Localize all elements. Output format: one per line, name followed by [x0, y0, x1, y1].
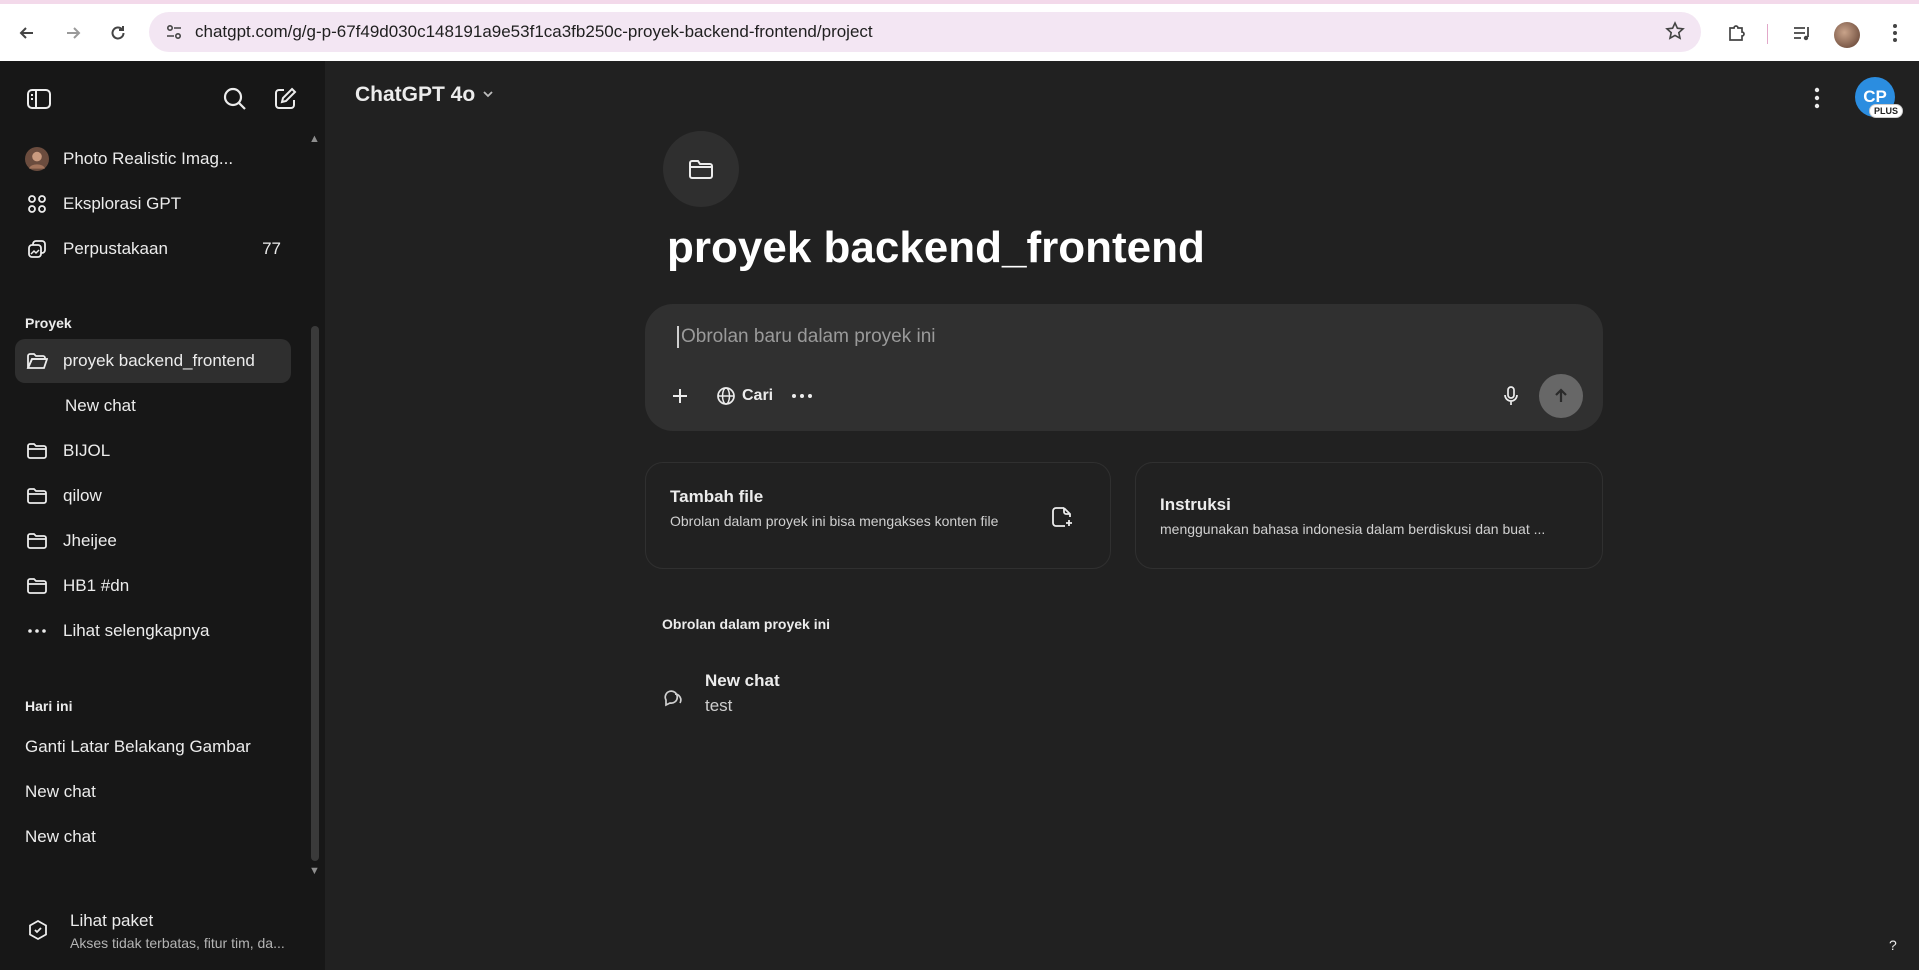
sidebar-item-label: Perpustakaan: [63, 239, 168, 258]
folder-open-icon: [25, 349, 49, 373]
page-title: proyek backend_frontend: [667, 223, 1205, 272]
conversation-snippet: test: [705, 696, 733, 715]
sidebar-item-label: HB1 #dn: [63, 576, 130, 595]
site-info-icon[interactable]: [163, 21, 185, 43]
chevron-down-icon: [481, 83, 495, 107]
sidebar-project-qilow[interactable]: qilow: [15, 474, 291, 518]
search-icon[interactable]: [219, 83, 251, 115]
browser-menu-icon[interactable]: [1882, 20, 1908, 46]
url-text[interactable]: chatgpt.com/g/g-p-67f49d030c148191a9e53f…: [195, 22, 873, 42]
ellipsis-icon: [25, 619, 49, 643]
sidebar: Photo Realistic Imag... Eksplorasi GPT P…: [0, 61, 325, 970]
help-button[interactable]: ?: [1889, 937, 1897, 953]
extensions-icon[interactable]: [1724, 20, 1750, 46]
main-area: ChatGPT 4o CP PLUS proyek backend_fronte…: [325, 61, 1919, 970]
history-item[interactable]: New chat: [25, 827, 96, 847]
instructions-card[interactable]: Instruksi menggunakan bahasa indonesia d…: [1135, 462, 1603, 569]
sidebar-item-explore-gpt[interactable]: Eksplorasi GPT: [15, 182, 291, 226]
model-selector[interactable]: ChatGPT 4o: [355, 83, 495, 107]
conversation-item[interactable]: New chat test: [662, 668, 1262, 728]
chat-bubble-icon: [664, 690, 682, 707]
sidebar-project-jheijee[interactable]: Jheijee: [15, 519, 291, 563]
more-tools-button[interactable]: [791, 381, 813, 411]
grid-icon: [25, 192, 49, 216]
send-button[interactable]: [1539, 374, 1583, 418]
sidebar-scrollbar[interactable]: [311, 326, 319, 861]
card-title: Tambah file: [670, 487, 764, 506]
projects-heading: Proyek: [25, 315, 72, 331]
card-description: Obrolan dalam proyek ini bisa mengakses …: [670, 513, 999, 529]
ellipsis-icon: [792, 394, 812, 398]
sidebar-item-label: proyek backend_frontend: [63, 351, 255, 370]
card-description: menggunakan bahasa indonesia dalam berdi…: [1160, 521, 1546, 537]
project-folder-icon[interactable]: [663, 131, 739, 207]
bookmark-star-icon[interactable]: [1665, 21, 1685, 47]
conversations-heading: Obrolan dalam proyek ini: [662, 616, 831, 632]
folder-icon: [25, 439, 49, 463]
sidebar-project-hb1[interactable]: HB1 #dn: [15, 564, 291, 608]
toggle-sidebar-icon[interactable]: [23, 83, 55, 115]
folder-icon: [25, 529, 49, 553]
plus-icon: [673, 389, 687, 403]
globe-icon: [717, 387, 735, 405]
library-count: 77: [262, 239, 281, 258]
sidebar-item-label: Jheijee: [63, 531, 117, 550]
folder-icon: [25, 484, 49, 508]
browser-profile-avatar[interactable]: [1834, 22, 1860, 48]
add-file-icon: [1052, 507, 1072, 527]
more-options-icon[interactable]: [1802, 83, 1832, 113]
card-title: Instruksi: [1160, 495, 1231, 514]
scroll-up-arrow[interactable]: ▲: [309, 133, 320, 145]
sidebar-item-label: BIJOL: [63, 441, 111, 460]
sidebar-item-label: Lihat selengkapnya: [63, 621, 210, 640]
sidebar-item-label: Eksplorasi GPT: [63, 194, 182, 213]
address-bar[interactable]: chatgpt.com/g/g-p-67f49d030c148191a9e53f…: [149, 12, 1701, 52]
plan-subtitle: Akses tidak terbatas, fitur tim, da...: [70, 935, 285, 951]
scroll-down-arrow[interactable]: ▼: [309, 865, 320, 877]
sidebar-item-label: New chat: [65, 396, 136, 415]
chat-input[interactable]: Obrolan baru dalam proyek ini: [677, 326, 936, 348]
media-control-icon[interactable]: [1789, 20, 1815, 46]
microphone-icon: [1504, 386, 1518, 405]
model-name: ChatGPT 4o: [355, 83, 476, 106]
attach-button[interactable]: [669, 381, 691, 411]
today-heading: Hari ini: [25, 698, 73, 714]
toolbar-divider: [1767, 24, 1768, 44]
folder-icon: [25, 574, 49, 598]
conversation-title: New chat: [705, 671, 780, 690]
library-icon: [25, 237, 49, 261]
search-label: Cari: [742, 387, 774, 404]
microphone-button[interactable]: [1503, 381, 1519, 411]
upgrade-plan-button[interactable]: Lihat paket Akses tidak terbatas, fitur …: [15, 901, 305, 961]
sidebar-gpt-photo-realistic[interactable]: Photo Realistic Imag...: [15, 137, 291, 181]
reload-icon[interactable]: [103, 18, 133, 48]
plan-badge: PLUS: [1869, 104, 1904, 118]
plan-title: Lihat paket: [70, 911, 154, 930]
sidebar-item-library[interactable]: Perpustakaan 77: [15, 227, 291, 271]
browser-toolbar: chatgpt.com/g/g-p-67f49d030c148191a9e53f…: [0, 0, 1919, 61]
history-item[interactable]: New chat: [25, 782, 96, 802]
gpt-avatar: [25, 147, 49, 171]
search-web-button[interactable]: Cari: [716, 381, 773, 411]
back-icon[interactable]: [12, 18, 42, 48]
sidebar-project-chat[interactable]: New chat: [15, 384, 291, 428]
add-files-card[interactable]: Tambah file Obrolan dalam proyek ini bis…: [645, 462, 1111, 569]
history-item[interactable]: Ganti Latar Belakang Gambar: [25, 737, 251, 757]
sidebar-project-bijol[interactable]: BIJOL: [15, 429, 291, 473]
forward-icon[interactable]: [58, 18, 88, 48]
sidebar-item-label: Photo Realistic Imag...: [63, 149, 234, 168]
sidebar-item-label: qilow: [63, 486, 102, 505]
chat-composer: Obrolan baru dalam proyek ini Cari: [645, 304, 1603, 431]
upgrade-icon: [29, 919, 47, 941]
arrow-up-icon: [1555, 388, 1567, 402]
new-chat-icon[interactable]: [269, 83, 301, 115]
sidebar-see-more[interactable]: Lihat selengkapnya: [15, 609, 291, 653]
sidebar-project-active[interactable]: proyek backend_frontend: [15, 339, 291, 383]
